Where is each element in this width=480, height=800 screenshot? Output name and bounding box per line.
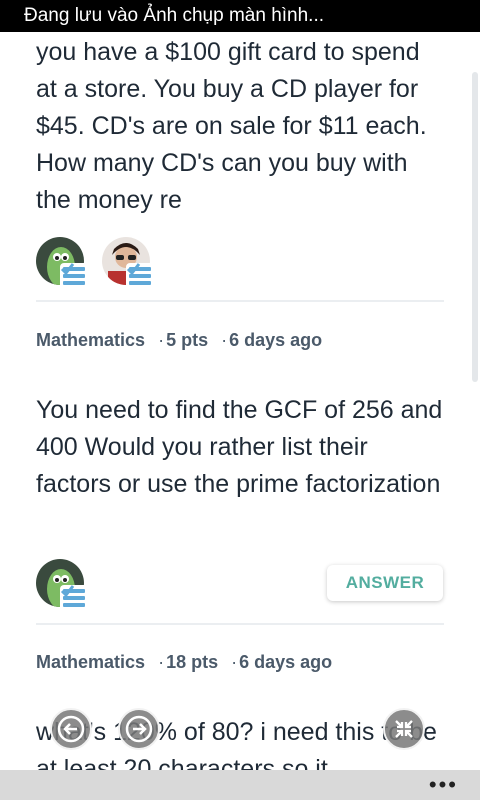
avatar[interactable] bbox=[36, 559, 88, 611]
exit-fullscreen-button[interactable] bbox=[383, 708, 425, 750]
avatar[interactable] bbox=[36, 237, 88, 289]
arrow-right-icon bbox=[125, 715, 153, 743]
arrow-left-icon bbox=[57, 715, 85, 743]
collapse-icon bbox=[395, 720, 413, 738]
scrollbar[interactable] bbox=[472, 72, 478, 382]
points-label: 18 pts bbox=[166, 652, 219, 672]
forward-button[interactable] bbox=[118, 708, 160, 750]
app-bar: ••• bbox=[0, 770, 480, 800]
divider bbox=[36, 300, 444, 302]
question-text[interactable]: you have a $100 gift card to spend at a … bbox=[36, 34, 446, 219]
status-text: Đang lưu vào Ảnh chụp màn hình... bbox=[24, 5, 325, 26]
subject-label[interactable]: Mathematics bbox=[36, 330, 145, 350]
time-label: 6 days ago bbox=[229, 330, 323, 350]
feed[interactable]: you have a $100 gift card to spend at a … bbox=[0, 32, 480, 770]
checklist-badge-icon bbox=[60, 263, 88, 289]
question-text[interactable]: You need to find the GCF of 256 and 400 … bbox=[36, 392, 446, 503]
avatar[interactable] bbox=[102, 237, 154, 289]
back-button[interactable] bbox=[50, 708, 92, 750]
question-meta: Mathematics · 18 pts · 6 days ago bbox=[36, 652, 333, 672]
checklist-badge-icon bbox=[60, 585, 88, 611]
question-meta: Mathematics · 5 pts · 6 days ago bbox=[36, 330, 323, 350]
points-label: 5 pts bbox=[166, 330, 209, 350]
time-label: 6 days ago bbox=[239, 652, 333, 672]
more-menu-button[interactable]: ••• bbox=[429, 772, 458, 798]
divider bbox=[36, 623, 444, 625]
checklist-badge-icon bbox=[126, 263, 154, 289]
subject-label[interactable]: Mathematics bbox=[36, 652, 145, 672]
status-bar: Đang lưu vào Ảnh chụp màn hình... bbox=[0, 0, 480, 32]
answer-button[interactable]: ANSWER bbox=[327, 565, 443, 601]
